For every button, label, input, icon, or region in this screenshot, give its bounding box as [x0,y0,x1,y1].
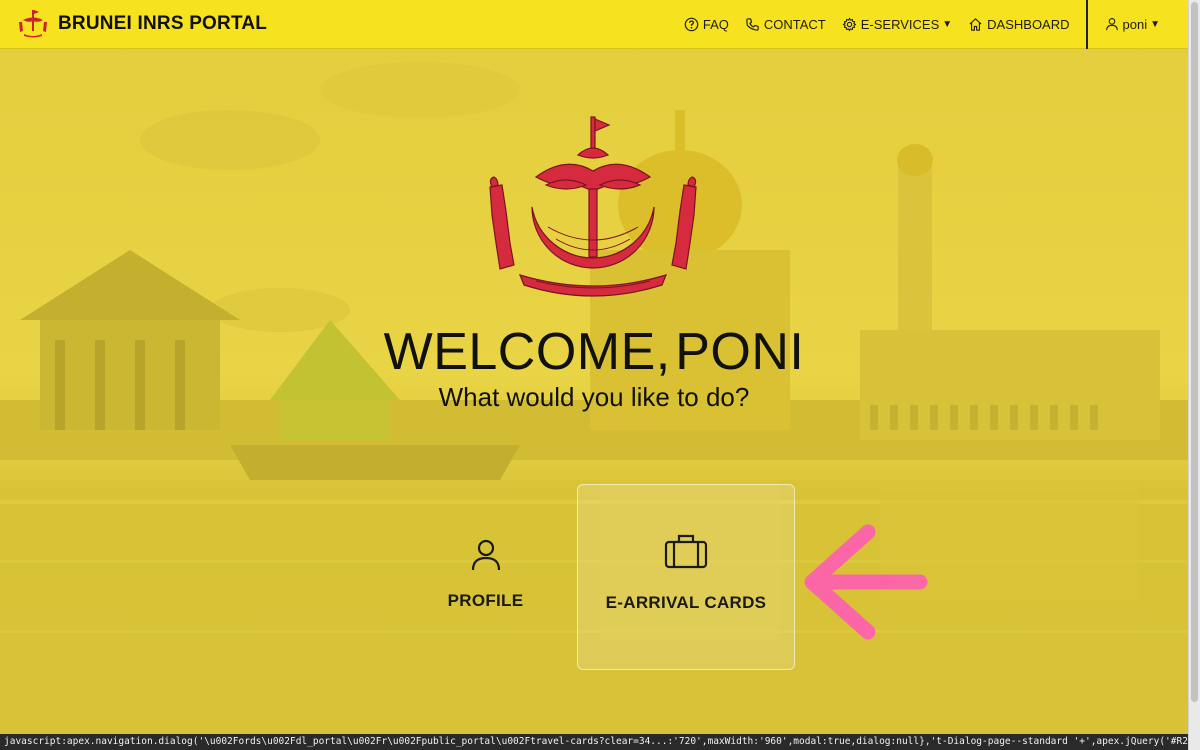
nav-eservices-label: E-SERVICES [860,16,940,32]
briefcase-icon [664,534,708,569]
phone-icon [746,17,759,31]
scrollbar-thumb[interactable] [1191,2,1198,702]
brunei-national-emblem [489,116,697,297]
nav-contact-label: CONTACT [763,16,826,32]
welcome-heading: WELCOME, PONI [0,322,1188,382]
e-arrival-cards-tile-label: E-ARRIVAL CARDS [605,593,767,612]
main-nav: FAQ CONTACT E-SERVICES ▼ DASHBOARD poni … [668,0,1188,49]
annotation-arrow-icon [804,524,928,640]
nav-divider [1085,0,1088,49]
question-circle-icon [684,17,699,31]
brunei-emblem-logo [19,10,47,38]
user-menu-dropdown[interactable]: poni ▼ [1105,17,1160,32]
browser-status-bar: javascript:apex.navigation.dialog('\u002… [0,734,1188,750]
portal-title: BRUNEI INRS PORTAL [58,13,268,34]
nav-eservices-dropdown[interactable]: E-SERVICES ▼ [842,17,952,32]
home-icon [969,17,982,31]
profile-tile-label: PROFILE [447,591,524,610]
top-navbar: BRUNEI INRS PORTAL FAQ CONTACT E-SERVICE… [0,0,1188,49]
welcome-username: PONI [675,323,805,381]
caret-down-icon: ▼ [1150,18,1160,30]
nav-dashboard[interactable]: DASHBOARD [968,16,1070,32]
user-icon [1105,18,1118,31]
welcome-greeting: WELCOME, [383,323,671,381]
e-arrival-cards-tile[interactable]: E-ARRIVAL CARDS [577,484,795,670]
nav-contact[interactable]: CONTACT [745,17,826,32]
nav-dashboard-label: DASHBOARD [987,16,1070,32]
profile-tile[interactable]: PROFILE [418,500,553,660]
brand[interactable]: BRUNEI INRS PORTAL [16,9,267,39]
nav-faq[interactable]: FAQ [684,17,729,32]
caret-down-icon: ▼ [942,18,953,30]
welcome-subtitle: What would you like to do? [438,382,750,412]
page-scrollbar[interactable] [1188,0,1200,750]
gear-icon [842,17,856,31]
user-icon [471,539,500,571]
username-label: poni [1122,16,1148,32]
nav-faq-label: FAQ [702,16,729,32]
